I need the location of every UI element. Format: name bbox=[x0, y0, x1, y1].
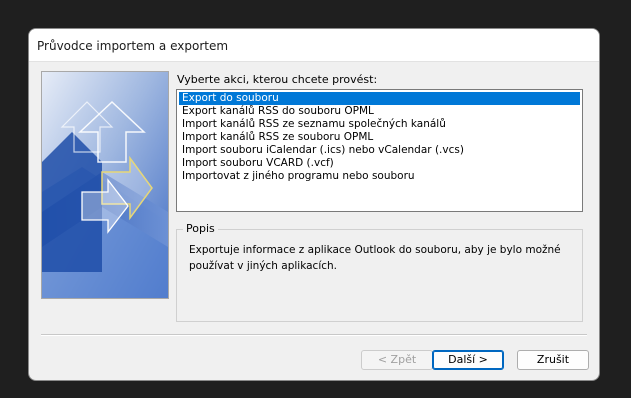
window-title: Průvodce importem a exportem bbox=[37, 39, 229, 53]
list-item[interactable]: Import souboru VCARD (.vcf) bbox=[179, 157, 580, 170]
list-item[interactable]: Import kanálů RSS ze souboru OPML bbox=[179, 131, 580, 144]
cancel-button[interactable]: Zrušit bbox=[517, 350, 589, 370]
list-item[interactable]: Import kanálů RSS ze seznamu společných … bbox=[179, 118, 580, 131]
description-text: Exportuje informace z aplikace Outlook d… bbox=[189, 244, 561, 272]
list-item[interactable]: Export kanálů RSS do souboru OPML bbox=[179, 105, 580, 118]
wizard-graphic-icon bbox=[41, 71, 169, 299]
list-item[interactable]: Export do souboru bbox=[179, 92, 580, 105]
import-export-wizard-dialog: Průvodce importem a exportem Vyberte akc… bbox=[28, 28, 600, 381]
list-item[interactable]: Import souboru iCalendar (.ics) nebo vCa… bbox=[179, 144, 580, 157]
action-prompt-label: Vyberte akci, kterou chcete provést: bbox=[177, 73, 378, 86]
description-label: Popis bbox=[183, 222, 218, 235]
description-groupbox: Popis Exportuje informace z aplikace Out… bbox=[176, 222, 583, 322]
title-bar[interactable]: Průvodce importem a exportem bbox=[29, 29, 599, 62]
list-item[interactable]: Importovat z jiného programu nebo soubor… bbox=[179, 170, 580, 183]
action-listbox[interactable]: Export do souboru Export kanálů RSS do s… bbox=[176, 89, 583, 212]
next-button[interactable]: Další > bbox=[432, 350, 504, 370]
button-divider bbox=[41, 334, 587, 336]
back-button[interactable]: < Zpět bbox=[361, 350, 433, 370]
